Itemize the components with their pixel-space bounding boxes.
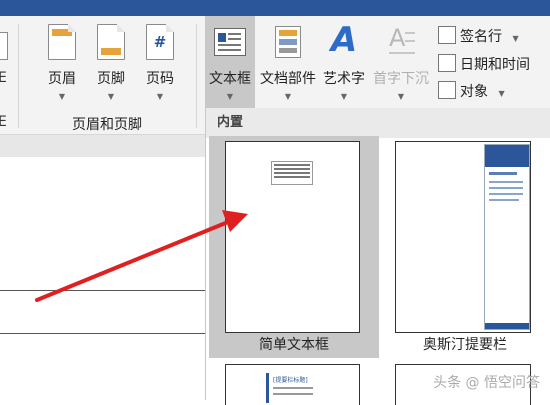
quick-parts-button[interactable]: 文档部件 ▼ (257, 16, 319, 112)
gallery-tile-partial-left[interactable]: [提要栏标题] (225, 364, 360, 405)
gallery-tile-austin-sidebar[interactable]: 奥斯汀提要栏 (382, 136, 548, 358)
date-time-label: 日期和时间 (460, 57, 530, 73)
drop-cap-button[interactable]: A 首字下沉 ▼ (369, 16, 433, 112)
simple-text-box-thumbnail (225, 141, 360, 333)
wordart-icon: A (330, 20, 358, 60)
text-box-button[interactable]: 文本框 ▼ (205, 16, 255, 108)
partial-label: E (0, 70, 7, 86)
partial-group-label: E (0, 114, 7, 130)
thumbnail-text-box (271, 161, 313, 185)
page-number-glyph: # (153, 33, 167, 51)
title-bar (0, 0, 550, 16)
signature-line-button[interactable]: 签名行 ▼ (438, 26, 519, 46)
footer-label: 页脚 (97, 71, 125, 87)
text-box-label: 文本框 (209, 71, 251, 87)
tile-caption: 简单文本框 (259, 337, 329, 353)
thumbnail-sidebar (484, 144, 530, 330)
signature-line-label: 签名行 (460, 29, 502, 45)
austin-sidebar-thumbnail (395, 141, 531, 333)
ribbon-left-partial: E E (0, 16, 18, 134)
chevron-down-icon: ▼ (397, 92, 405, 101)
chevron-down-icon: ▼ (512, 34, 519, 43)
thumbnail-sidebar: [提要栏标题] (266, 373, 319, 403)
partial-thumb-text: [提要栏标题] (273, 377, 308, 384)
page-number-icon: # (146, 24, 174, 60)
chevron-down-icon: ▼ (58, 92, 66, 101)
chevron-down-icon: ▼ (284, 92, 292, 101)
text-box-icon (214, 28, 246, 56)
date-time-button[interactable]: 日期和时间 (438, 54, 530, 74)
tile-caption: 奥斯汀提要栏 (423, 337, 507, 353)
document-canvas[interactable] (0, 135, 205, 400)
chevron-down-icon: ▼ (498, 89, 505, 98)
object-label: 对象 (460, 84, 488, 100)
page-number-button[interactable]: # 页码 ▼ (138, 16, 182, 112)
date-time-icon (438, 54, 456, 72)
document-line (0, 290, 205, 291)
header-label: 页眉 (48, 71, 76, 87)
signature-line-icon (438, 26, 456, 44)
drop-cap-glyph: A (389, 24, 406, 52)
chevron-down-icon: ▼ (107, 92, 115, 101)
page-number-label: 页码 (146, 71, 174, 87)
ruler-band (0, 135, 205, 157)
ribbon-separator (196, 24, 197, 128)
watermark: 头条 @ 悟空问答 (433, 375, 540, 391)
gallery-tile-simple-text-box[interactable]: 简单文本框 (209, 136, 379, 358)
header-icon (48, 24, 76, 60)
object-icon (438, 81, 456, 99)
wordart-button[interactable]: A 艺术字 ▼ (321, 16, 367, 112)
drop-cap-label: 首字下沉 (373, 71, 429, 87)
text-box-gallery: 内置 简单文本框 奥斯汀提要栏 [提要栏标题] (205, 108, 550, 405)
drop-cap-icon: A (389, 24, 415, 54)
quick-parts-label: 文档部件 (260, 71, 316, 87)
footer-button[interactable]: 页脚 ▼ (89, 16, 133, 112)
ribbon-separator (18, 24, 19, 128)
gallery-section-title: 内置 (206, 108, 550, 138)
header-button[interactable]: 页眉 ▼ (40, 16, 84, 112)
chevron-down-icon: ▼ (156, 92, 164, 101)
object-button[interactable]: 对象 ▼ (438, 81, 505, 101)
chevron-down-icon: ▼ (226, 92, 234, 101)
quick-parts-icon (275, 26, 301, 58)
chevron-down-icon: ▼ (340, 92, 348, 101)
partial-icon (0, 32, 8, 60)
footer-icon (97, 24, 125, 60)
header-footer-group-label: 页眉和页脚 (72, 117, 142, 133)
wordart-label: 艺术字 (323, 71, 365, 87)
document-line (0, 333, 205, 334)
